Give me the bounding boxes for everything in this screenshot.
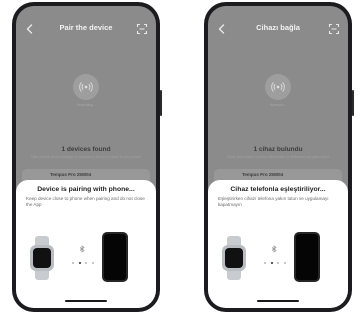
phone-illustration — [294, 232, 320, 282]
pairing-sheet: Cihaz telefonla eşleştiriliyor... Eşleşt… — [208, 180, 348, 308]
home-indicator — [257, 300, 299, 302]
sheet-title: Cihaz telefonla eşleştiriliyor... — [230, 186, 326, 193]
smartwatch-illustration — [222, 236, 246, 280]
devices-found-title: 1 devices found — [61, 146, 111, 153]
phone-screen: Cihazı bağla Aranıyor... 1 cihaz bulundu… — [208, 6, 348, 308]
side-button — [352, 90, 354, 116]
bluetooth-search-indicator — [265, 74, 291, 100]
chevron-left-icon[interactable] — [216, 23, 228, 35]
progress-dot — [72, 261, 74, 264]
phone-illustration — [102, 232, 128, 282]
devices-found-title: 1 cihaz bulundu — [253, 146, 303, 153]
smartwatch-illustration — [30, 236, 54, 280]
phone-illustration-screen — [104, 234, 126, 280]
device-name: Tempus Pro 25W04 — [242, 172, 284, 177]
bluetooth-icon — [79, 245, 85, 253]
watch-face — [225, 248, 243, 268]
phone-english: Pair the device Searching... 1 devices f… — [12, 2, 162, 312]
bluetooth-icon — [271, 82, 285, 92]
pairing-progress-dots — [72, 261, 94, 264]
progress-dot — [91, 261, 94, 264]
progress-dot — [277, 261, 280, 264]
search-caption: Aranıyor... — [270, 103, 286, 107]
sheet-title: Device is pairing with phone... — [37, 186, 135, 193]
phone-screen: Pair the device Searching... 1 devices f… — [16, 6, 156, 308]
sheet-description: Keep device close to phone when pairing … — [26, 196, 145, 207]
progress-dot — [283, 261, 286, 264]
chevron-left-icon[interactable] — [24, 23, 36, 35]
bluetooth-icon — [79, 82, 93, 92]
home-indicator — [65, 300, 107, 302]
progress-dot — [264, 261, 266, 264]
phone-illustration-screen — [296, 234, 318, 280]
devices-found-description: Take out the device charger to activate … — [30, 155, 142, 159]
watch-body — [222, 245, 246, 271]
top-bar: Pair the device — [16, 22, 156, 38]
watch-face — [33, 248, 51, 268]
devices-found-description: Cihaz şarj cihazını çıkarıp etkinleştiri… — [226, 155, 330, 159]
progress-dot — [85, 261, 88, 264]
pairing-progress-dots — [264, 261, 286, 264]
device-name: Tempus Pro 25W04 — [50, 172, 92, 177]
sheet-description: Eşleştirirken cihazı telefona yakın tutu… — [218, 196, 329, 207]
page-title: Pair the device — [59, 23, 113, 32]
scan-icon[interactable] — [136, 23, 148, 35]
top-bar: Cihazı bağla — [208, 22, 348, 38]
bluetooth-icon — [271, 245, 277, 253]
phone-turkish: Cihazı bağla Aranıyor... 1 cihaz bulundu… — [204, 2, 354, 312]
side-button — [160, 90, 162, 116]
watch-body — [30, 245, 54, 271]
scan-icon[interactable] — [328, 23, 340, 35]
page-title: Cihazı bağla — [256, 23, 300, 32]
pairing-sheet: Device is pairing with phone... Keep dev… — [16, 180, 156, 308]
progress-dot — [78, 261, 81, 264]
progress-dot — [270, 261, 273, 264]
bluetooth-search-indicator — [73, 74, 99, 100]
search-caption: Searching... — [76, 103, 96, 107]
